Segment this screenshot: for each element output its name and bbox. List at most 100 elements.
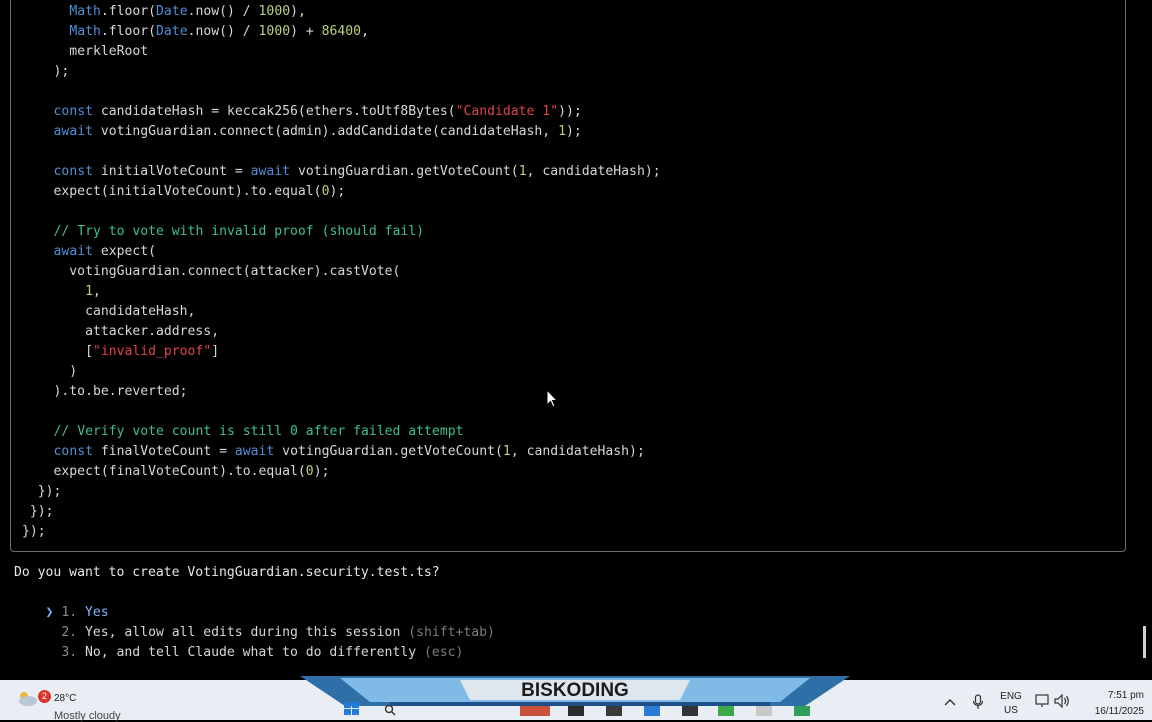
code-token: ); (22, 64, 70, 79)
code-token: const (53, 104, 93, 119)
taskbar-app-icon[interactable] (682, 706, 698, 716)
code-token: const (53, 444, 93, 459)
code-token: 1000 (258, 4, 291, 19)
notification-badge: 2 (38, 690, 51, 703)
mouse-pointer-icon (546, 389, 558, 408)
option-tell-claude-label: No, and tell Claude what to do different… (85, 645, 417, 660)
temperature: 28°C (54, 693, 77, 704)
clock-date: 16/11/2025 (1094, 706, 1144, 717)
code-token: await (234, 444, 275, 459)
speaker-icon[interactable] (1054, 694, 1070, 708)
code-token: , candidateHash); (510, 444, 645, 459)
code-token: Date (156, 4, 188, 19)
code-token: 0 (305, 464, 314, 479)
code-token: candidateHash, (22, 304, 196, 319)
taskbar-app-icon[interactable] (606, 706, 622, 716)
code-line: // Verify vote count is still 0 after fa… (22, 422, 464, 442)
code-token: candidateHash = keccak256(ethers.toUtf8B… (92, 104, 456, 119)
code-line: const finalVoteCount = await votingGuard… (22, 442, 645, 462)
code-line: expect(finalVoteCount).to.equal(0); (22, 462, 330, 482)
code-token: .floor( (100, 4, 157, 19)
code-line: // Try to vote with invalid proof (shoul… (22, 222, 425, 242)
code-line: await votingGuardian.connect(admin).addC… (22, 122, 582, 142)
code-line: votingGuardian.connect(attacker).castVot… (22, 262, 400, 282)
code-token: await (250, 164, 291, 179)
chevron-up-icon[interactable] (944, 698, 956, 706)
code-token: [ (22, 344, 93, 359)
code-line: merkleRoot (22, 42, 148, 62)
weather-condition: Mostly cloudy (54, 710, 121, 722)
code-token: "Candidate 1" (455, 104, 559, 119)
code-token: Math (69, 4, 101, 19)
taskbar-app-icon[interactable] (756, 706, 772, 716)
code-token: votingGuardian.connect(admin).addCandida… (92, 124, 559, 139)
code-token: ); (329, 184, 346, 199)
code-line: ); (22, 62, 70, 82)
code-token: votingGuardian.connect(attacker).castVot… (22, 264, 401, 279)
code-line: Math.floor(Date.now() / 1000), (22, 2, 306, 22)
code-token: Math (69, 24, 101, 39)
clock-time: 7:51 pm (1107, 690, 1144, 701)
code-token: finalVoteCount = (92, 444, 235, 459)
search-icon[interactable] (384, 704, 396, 716)
code-token: await (53, 244, 93, 259)
chrome-icon[interactable] (718, 706, 734, 716)
language-indicator[interactable]: ENG US (998, 690, 1024, 718)
code-token: ), (290, 4, 306, 19)
code-token: ] (211, 344, 220, 359)
option-tell-claude[interactable]: 3. No, and tell Claude what to do differ… (14, 623, 463, 660)
code-token: // Verify vote count is still 0 after fa… (53, 424, 464, 439)
code-line: 1, (22, 282, 101, 302)
code-token: ) (22, 364, 78, 379)
windows-start-icon[interactable] (344, 702, 360, 716)
option-allow-all-edits[interactable]: 2. Yes, allow all edits during this sess… (14, 603, 495, 640)
code-token: 1 (502, 444, 511, 459)
code-token: expect(initialVoteCount).to.equal( (22, 184, 322, 199)
code-token: )); (558, 104, 582, 119)
code-line: candidateHash, (22, 302, 195, 322)
code-line: const candidateHash = keccak256(ethers.t… (22, 102, 582, 122)
code-token: await (53, 124, 93, 139)
code-token: expect( (92, 244, 157, 259)
microphone-icon[interactable] (972, 694, 984, 710)
code-token: attacker.address, (22, 324, 220, 339)
shortcut-hint: (esc) (423, 645, 464, 660)
code-line: }); (22, 482, 62, 502)
code-token: "invalid_proof" (92, 344, 212, 359)
code-token: 1 (85, 284, 93, 299)
code-token: votingGuardian.getVoteCount( (274, 444, 503, 459)
terminal-app-icon[interactable] (568, 706, 584, 716)
code-token: }); (22, 524, 46, 539)
code-token: 1 (558, 124, 566, 139)
taskbar-app-icon[interactable] (644, 706, 660, 716)
code-line: const initialVoteCount = await votingGua… (22, 162, 661, 182)
banner-text: BISKODING (521, 680, 629, 701)
code-token: const (53, 164, 93, 179)
code-token: }); (22, 484, 62, 499)
clock[interactable]: 7:51 pm 16/11/2025 (1076, 688, 1144, 720)
code-token: 1 (518, 164, 527, 179)
code-line: }); (22, 502, 54, 522)
code-token: ).to.be.reverted; (22, 384, 188, 399)
taskbar-app-icon[interactable] (794, 706, 810, 716)
code-token: // Try to vote with invalid proof (shoul… (53, 224, 425, 239)
code-line: await expect( (22, 242, 157, 262)
scrollbar-thumb[interactable] (1143, 626, 1146, 658)
option-yes[interactable]: ❯ 1. Yes (14, 583, 109, 620)
code-token: Date (156, 24, 188, 39)
taskbar-app-icon[interactable] (520, 706, 550, 716)
code-token: 86400 (321, 24, 362, 39)
network-icon[interactable] (1034, 694, 1050, 708)
code-token: .now() / (187, 4, 259, 19)
code-token: .now() / (187, 24, 259, 39)
code-line: ["invalid_proof"] (22, 342, 219, 362)
code-line: attacker.address, (22, 322, 219, 342)
code-token: ) + (290, 24, 322, 39)
terminal-window[interactable]: Math.floor(Date.now() / 1000), Math.floo… (0, 0, 1152, 680)
